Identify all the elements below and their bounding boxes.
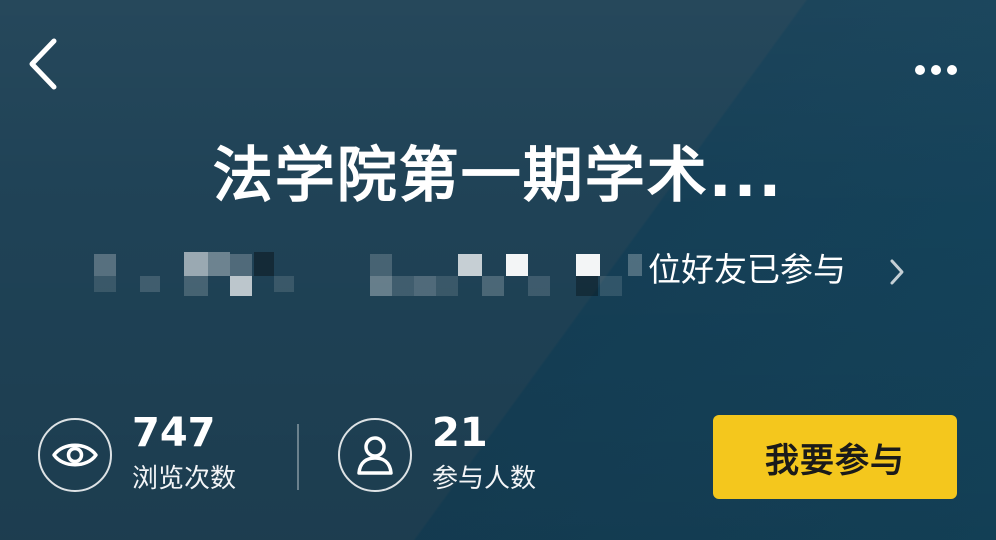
event-title: 法学院第一期学术...	[212, 141, 784, 211]
friends-joined-text: 位好友已参与	[648, 250, 846, 289]
more-horizontal-icon	[915, 65, 957, 75]
participants-label: 参与人数	[432, 464, 537, 494]
user-icon	[357, 436, 393, 475]
stat-participants: 21 参与人数	[338, 410, 536, 500]
friends-joined-row[interactable]: 位好友已参与	[88, 240, 928, 300]
views-label: 浏览次数	[132, 464, 237, 494]
chevron-left-icon	[29, 38, 57, 90]
back-button[interactable]	[18, 34, 68, 94]
chevron-right-icon	[890, 259, 904, 285]
eye-icon-badge	[38, 418, 112, 492]
views-count: 747	[132, 410, 216, 456]
eye-icon	[52, 443, 98, 467]
more-options-button[interactable]	[906, 52, 966, 88]
stats-divider	[297, 424, 299, 490]
join-button[interactable]: 我要参与	[713, 415, 957, 499]
user-icon-badge	[338, 418, 412, 492]
event-header-screen: 法学院第一期学术... 位好友已参与 747 浏览次数 21 参与人数 我要参与	[0, 0, 996, 540]
stat-views: 747 浏览次数	[38, 410, 236, 500]
participants-count: 21	[432, 410, 488, 456]
